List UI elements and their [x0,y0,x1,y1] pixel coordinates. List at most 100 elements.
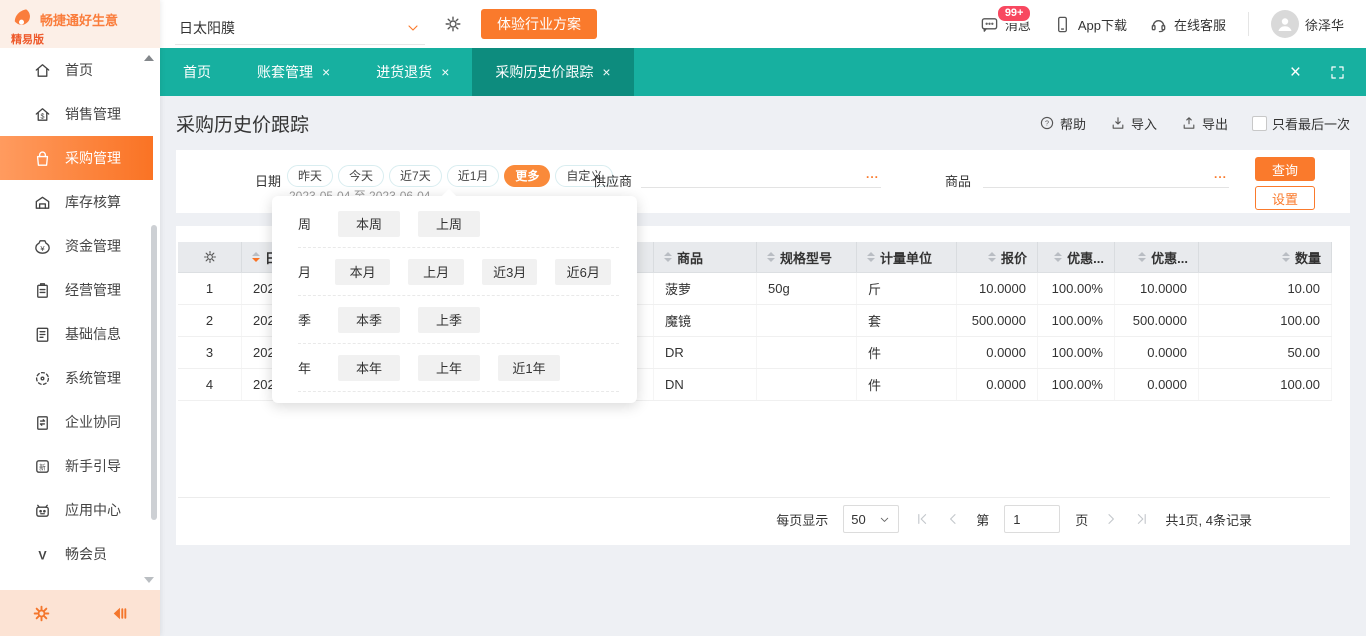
sidebar-scroll-down-icon[interactable] [144,577,154,583]
brand-row: 畅捷通好生意 [0,0,160,31]
date-range-option[interactable]: 上年 [418,355,480,381]
help-button[interactable]: ? 帮助 [1039,114,1086,133]
date-pills: 昨天今天近7天近1月更多自定义 [287,165,613,187]
date-range-option[interactable]: 上月 [408,259,464,285]
table-cell: 50.00 [1199,337,1332,368]
date-range-option[interactable]: 近6月 [555,259,611,285]
sidebar-item-basic-info[interactable]: 基础信息 [0,312,160,356]
sidebar-item-operations[interactable]: 经营管理 [0,268,160,312]
import-button[interactable]: 导入 [1110,114,1157,133]
sort-icons[interactable] [867,252,875,262]
sidebar-item-app-center[interactable]: 应用中心 [0,488,160,532]
dropdown-group: 月本月上月近3月近6月 [298,248,619,296]
tab-close-icon[interactable]: × [322,65,330,79]
column-label: 商品 [677,248,703,267]
sort-icons[interactable] [664,252,672,262]
supplier-lookup-trigger[interactable]: ... [866,167,879,181]
v-member-icon: V [33,545,52,564]
tab-0[interactable]: 首页 [160,48,234,96]
column-header[interactable]: 规格型号 [757,242,857,272]
new-badge-icon: 新 [33,457,52,476]
settings-button[interactable]: 设置 [1255,186,1315,210]
sort-icons[interactable] [252,252,260,262]
import-label: 导入 [1131,114,1157,133]
sort-icons[interactable] [988,252,996,262]
product-input[interactable]: ... [983,162,1229,188]
quick-date-pill[interactable]: 昨天 [287,165,333,187]
fullscreen-icon[interactable] [1329,64,1346,81]
tab-1[interactable]: 账套管理× [234,48,353,96]
date-range-option[interactable]: 上周 [418,211,480,237]
date-range-option[interactable]: 上季 [418,307,480,333]
first-page-icon[interactable] [914,511,930,527]
last-only-toggle[interactable]: 只看最后一次 [1252,114,1350,133]
product-lookup-trigger[interactable]: ... [1214,167,1227,181]
messages-item[interactable]: 消息 99+ [980,15,1031,34]
sidebar-scrollbar[interactable] [151,225,157,520]
sidebar-item-label: 首页 [65,60,93,80]
sidebar-bottom-bar [0,590,160,636]
trial-plan-button[interactable]: 体验行业方案 [481,9,597,39]
quick-date-pill[interactable]: 近1月 [447,165,500,187]
next-page-icon[interactable] [1103,511,1119,527]
column-header[interactable]: 报价 [957,242,1038,272]
sort-icons[interactable] [767,252,775,262]
supplier-input[interactable]: ... [641,162,881,188]
online-service-item[interactable]: 在线客服 [1149,15,1226,34]
sidebar-item-label: 应用中心 [65,500,121,520]
column-header[interactable]: 计量单位 [857,242,957,272]
sidebar-item-inventory[interactable]: 库存核算 [0,180,160,224]
column-header[interactable]: 优惠... [1115,242,1199,272]
collapse-sidebar-icon[interactable] [109,604,128,623]
settings-gear-icon[interactable] [32,604,51,623]
date-range-option[interactable]: 近1年 [498,355,560,381]
gear-icon[interactable] [443,14,463,34]
app-download-item[interactable]: App下载 [1053,15,1127,34]
quick-date-pill[interactable]: 今天 [338,165,384,187]
sidebar-scroll-up-icon[interactable] [144,55,154,61]
close-all-tabs-icon[interactable]: × [1290,63,1301,82]
date-range-option[interactable]: 近3月 [482,259,538,285]
table-settings-gear-icon[interactable] [202,249,218,265]
last-only-checkbox[interactable] [1252,116,1267,131]
column-header[interactable]: 优惠... [1038,242,1115,272]
page-number-input[interactable] [1004,505,1060,533]
home-icon [33,61,52,80]
per-page-select[interactable]: 50 [843,505,899,533]
brand-name: 畅捷通好生意 [40,10,118,29]
account-select[interactable]: 日太阳膜 [175,11,425,45]
sidebar-item-funds[interactable]: ¥资金管理 [0,224,160,268]
sidebar-item-system[interactable]: 系统管理 [0,356,160,400]
quick-date-pill[interactable]: 近7天 [389,165,442,187]
sidebar-item-guide[interactable]: 新新手引导 [0,444,160,488]
sidebar-item-home[interactable]: 首页 [0,48,160,92]
tab-3[interactable]: 采购历史价跟踪× [472,48,633,96]
prev-page-icon[interactable] [945,511,961,527]
export-button[interactable]: 导出 [1181,114,1228,133]
date-range-option[interactable]: 本周 [338,211,400,237]
sidebar-item-member[interactable]: V畅会员 [0,532,160,576]
tab-close-icon[interactable]: × [441,65,449,79]
column-label: 规格型号 [780,248,832,267]
phone-icon [1053,15,1072,34]
sidebar-item-purchase[interactable]: 采购管理 [0,136,153,180]
date-range-option[interactable]: 本季 [338,307,400,333]
sort-icons[interactable] [1282,252,1290,262]
more-pill[interactable]: 更多 [504,165,550,187]
column-header[interactable]: 数量 [1199,242,1332,272]
tab-2[interactable]: 进货退货× [353,48,472,96]
date-range-option[interactable]: 本月 [335,259,391,285]
query-button[interactable]: 查询 [1255,157,1315,181]
chevron-down-icon[interactable] [405,20,421,36]
table-cell: 500.0000 [957,305,1038,336]
avatar [1271,10,1299,38]
sort-icons[interactable] [1138,252,1146,262]
sidebar-item-collaboration[interactable]: 企业协同 [0,400,160,444]
column-header[interactable]: 商品 [654,242,757,272]
sort-icons[interactable] [1054,252,1062,262]
user-item[interactable]: 徐泽华 [1271,10,1344,38]
tab-close-icon[interactable]: × [602,65,610,79]
sidebar-item-sales[interactable]: $销售管理 [0,92,160,136]
date-range-option[interactable]: 本年 [338,355,400,381]
last-page-icon[interactable] [1134,511,1150,527]
